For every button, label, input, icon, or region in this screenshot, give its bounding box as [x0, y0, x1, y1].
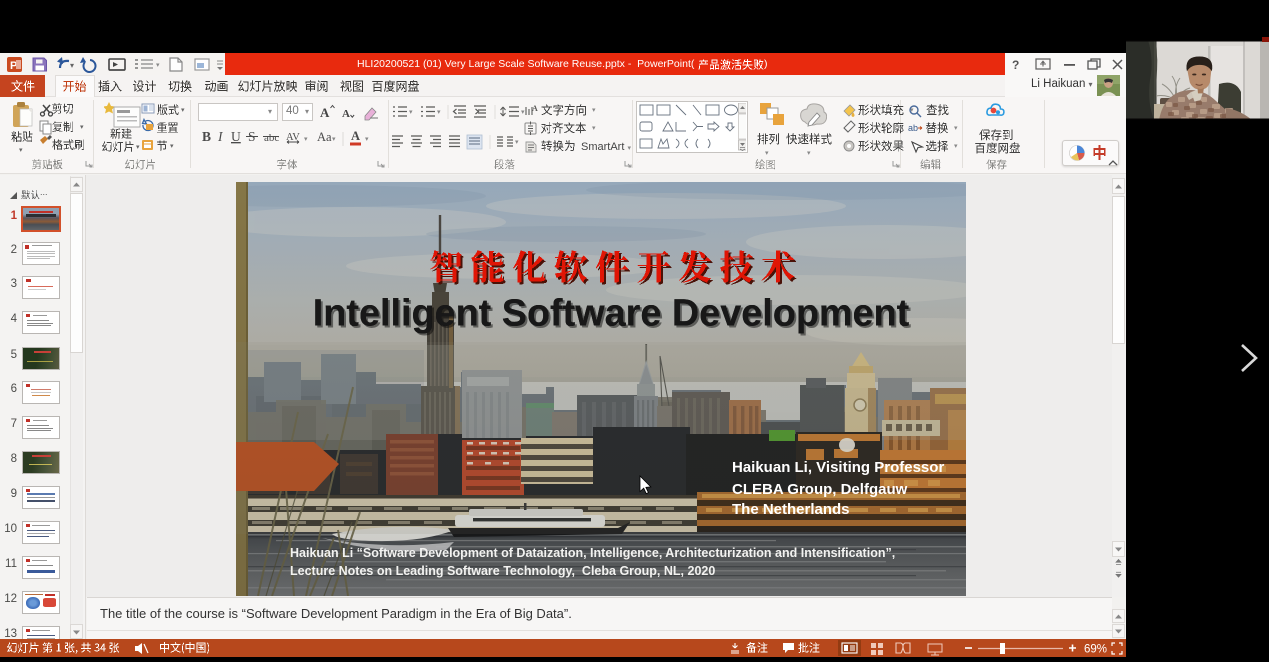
svg-text:▾: ▾	[304, 135, 308, 143]
svg-text:▾: ▾	[515, 139, 519, 146]
svg-text:ab: ab	[908, 123, 918, 133]
svg-text:▾: ▾	[70, 61, 74, 70]
svg-text:A: A	[342, 108, 350, 120]
svg-text:▾: ▾	[365, 135, 369, 143]
svg-text:▾: ▾	[437, 109, 441, 116]
svg-text:▾: ▾	[332, 135, 336, 143]
svg-text:Haikuan Li, Visiting Professor: Haikuan Li, Visiting Professor	[732, 459, 944, 476]
svg-text:?: ?	[1012, 58, 1019, 72]
svg-text:abc: abc	[264, 132, 279, 144]
svg-text:▾: ▾	[156, 62, 160, 69]
svg-text:A: A	[532, 104, 538, 113]
svg-text:I: I	[217, 129, 224, 144]
svg-text:A: A	[351, 129, 360, 143]
svg-text:Intelligent Software Developme: Intelligent Software Development	[313, 293, 910, 335]
svg-text:The Netherlands: The Netherlands	[732, 501, 850, 518]
svg-text:CLEBA Group, Delfgauw: CLEBA Group, Delfgauw	[732, 481, 908, 498]
svg-text:69%: 69%	[1084, 644, 1107, 656]
svg-text:A: A	[320, 105, 330, 120]
svg-text:B: B	[202, 129, 211, 144]
svg-text:Haikuan Li “Software Developme: Haikuan Li “Software Development of Data…	[290, 546, 895, 560]
svg-text:U: U	[231, 129, 241, 144]
svg-text:Aa: Aa	[317, 130, 332, 144]
svg-text:▾: ▾	[409, 109, 413, 116]
svg-text:Lecture Notes on Leading Softw: Lecture Notes on Leading Software Techno…	[290, 564, 715, 578]
